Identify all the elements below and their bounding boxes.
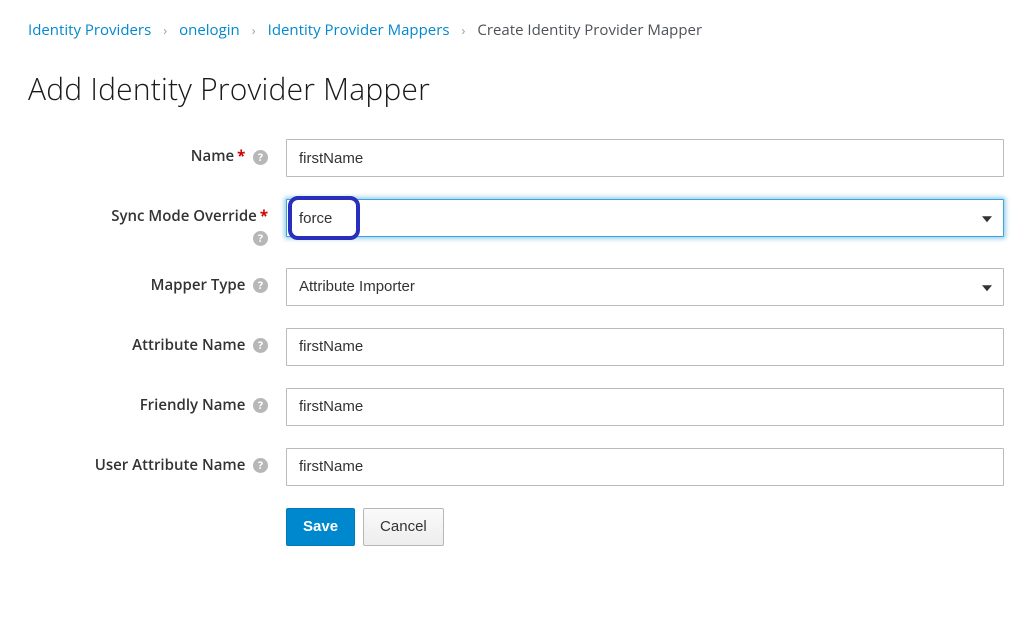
- help-icon[interactable]: ?: [253, 338, 268, 353]
- breadcrumb-current: Create Identity Provider Mapper: [477, 20, 702, 40]
- mapper-form: Name* ? Sync Mode Override* ? force Mapp…: [28, 139, 1004, 546]
- chevron-right-icon: ›: [163, 21, 167, 39]
- breadcrumb-link-identity-providers[interactable]: Identity Providers: [28, 20, 151, 40]
- help-icon[interactable]: ?: [253, 458, 268, 473]
- cancel-button[interactable]: Cancel: [363, 508, 444, 546]
- mapper-type-select-wrap: Attribute Importer: [286, 268, 1004, 306]
- sync-mode-label: Sync Mode Override*: [111, 206, 268, 226]
- help-icon[interactable]: ?: [253, 278, 268, 293]
- required-marker: *: [237, 146, 245, 166]
- user-attribute-name-label: User Attribute Name: [95, 455, 246, 475]
- save-button[interactable]: Save: [286, 508, 355, 546]
- chevron-right-icon: ›: [252, 21, 256, 39]
- name-label: Name*: [191, 146, 246, 166]
- friendly-name-input[interactable]: [286, 388, 1004, 426]
- mapper-type-select[interactable]: Attribute Importer: [286, 268, 1004, 306]
- required-marker: *: [260, 206, 268, 226]
- help-icon[interactable]: ?: [253, 150, 268, 165]
- sync-mode-select-wrap: force: [286, 199, 1004, 237]
- help-icon[interactable]: ?: [253, 398, 268, 413]
- chevron-right-icon: ›: [461, 21, 465, 39]
- user-attribute-name-input[interactable]: [286, 448, 1004, 486]
- page-title: Add Identity Provider Mapper: [28, 68, 1004, 109]
- breadcrumb-link-idp-mappers[interactable]: Identity Provider Mappers: [268, 20, 450, 40]
- sync-mode-select[interactable]: force: [286, 199, 1004, 237]
- breadcrumb-link-onelogin[interactable]: onelogin: [179, 20, 240, 40]
- breadcrumb: Identity Providers › onelogin › Identity…: [28, 20, 1004, 40]
- friendly-name-label: Friendly Name: [140, 395, 246, 415]
- help-icon[interactable]: ?: [253, 231, 268, 246]
- attribute-name-input[interactable]: [286, 328, 1004, 366]
- name-input[interactable]: [286, 139, 1004, 177]
- mapper-type-label: Mapper Type: [151, 275, 246, 295]
- attribute-name-label: Attribute Name: [132, 335, 245, 355]
